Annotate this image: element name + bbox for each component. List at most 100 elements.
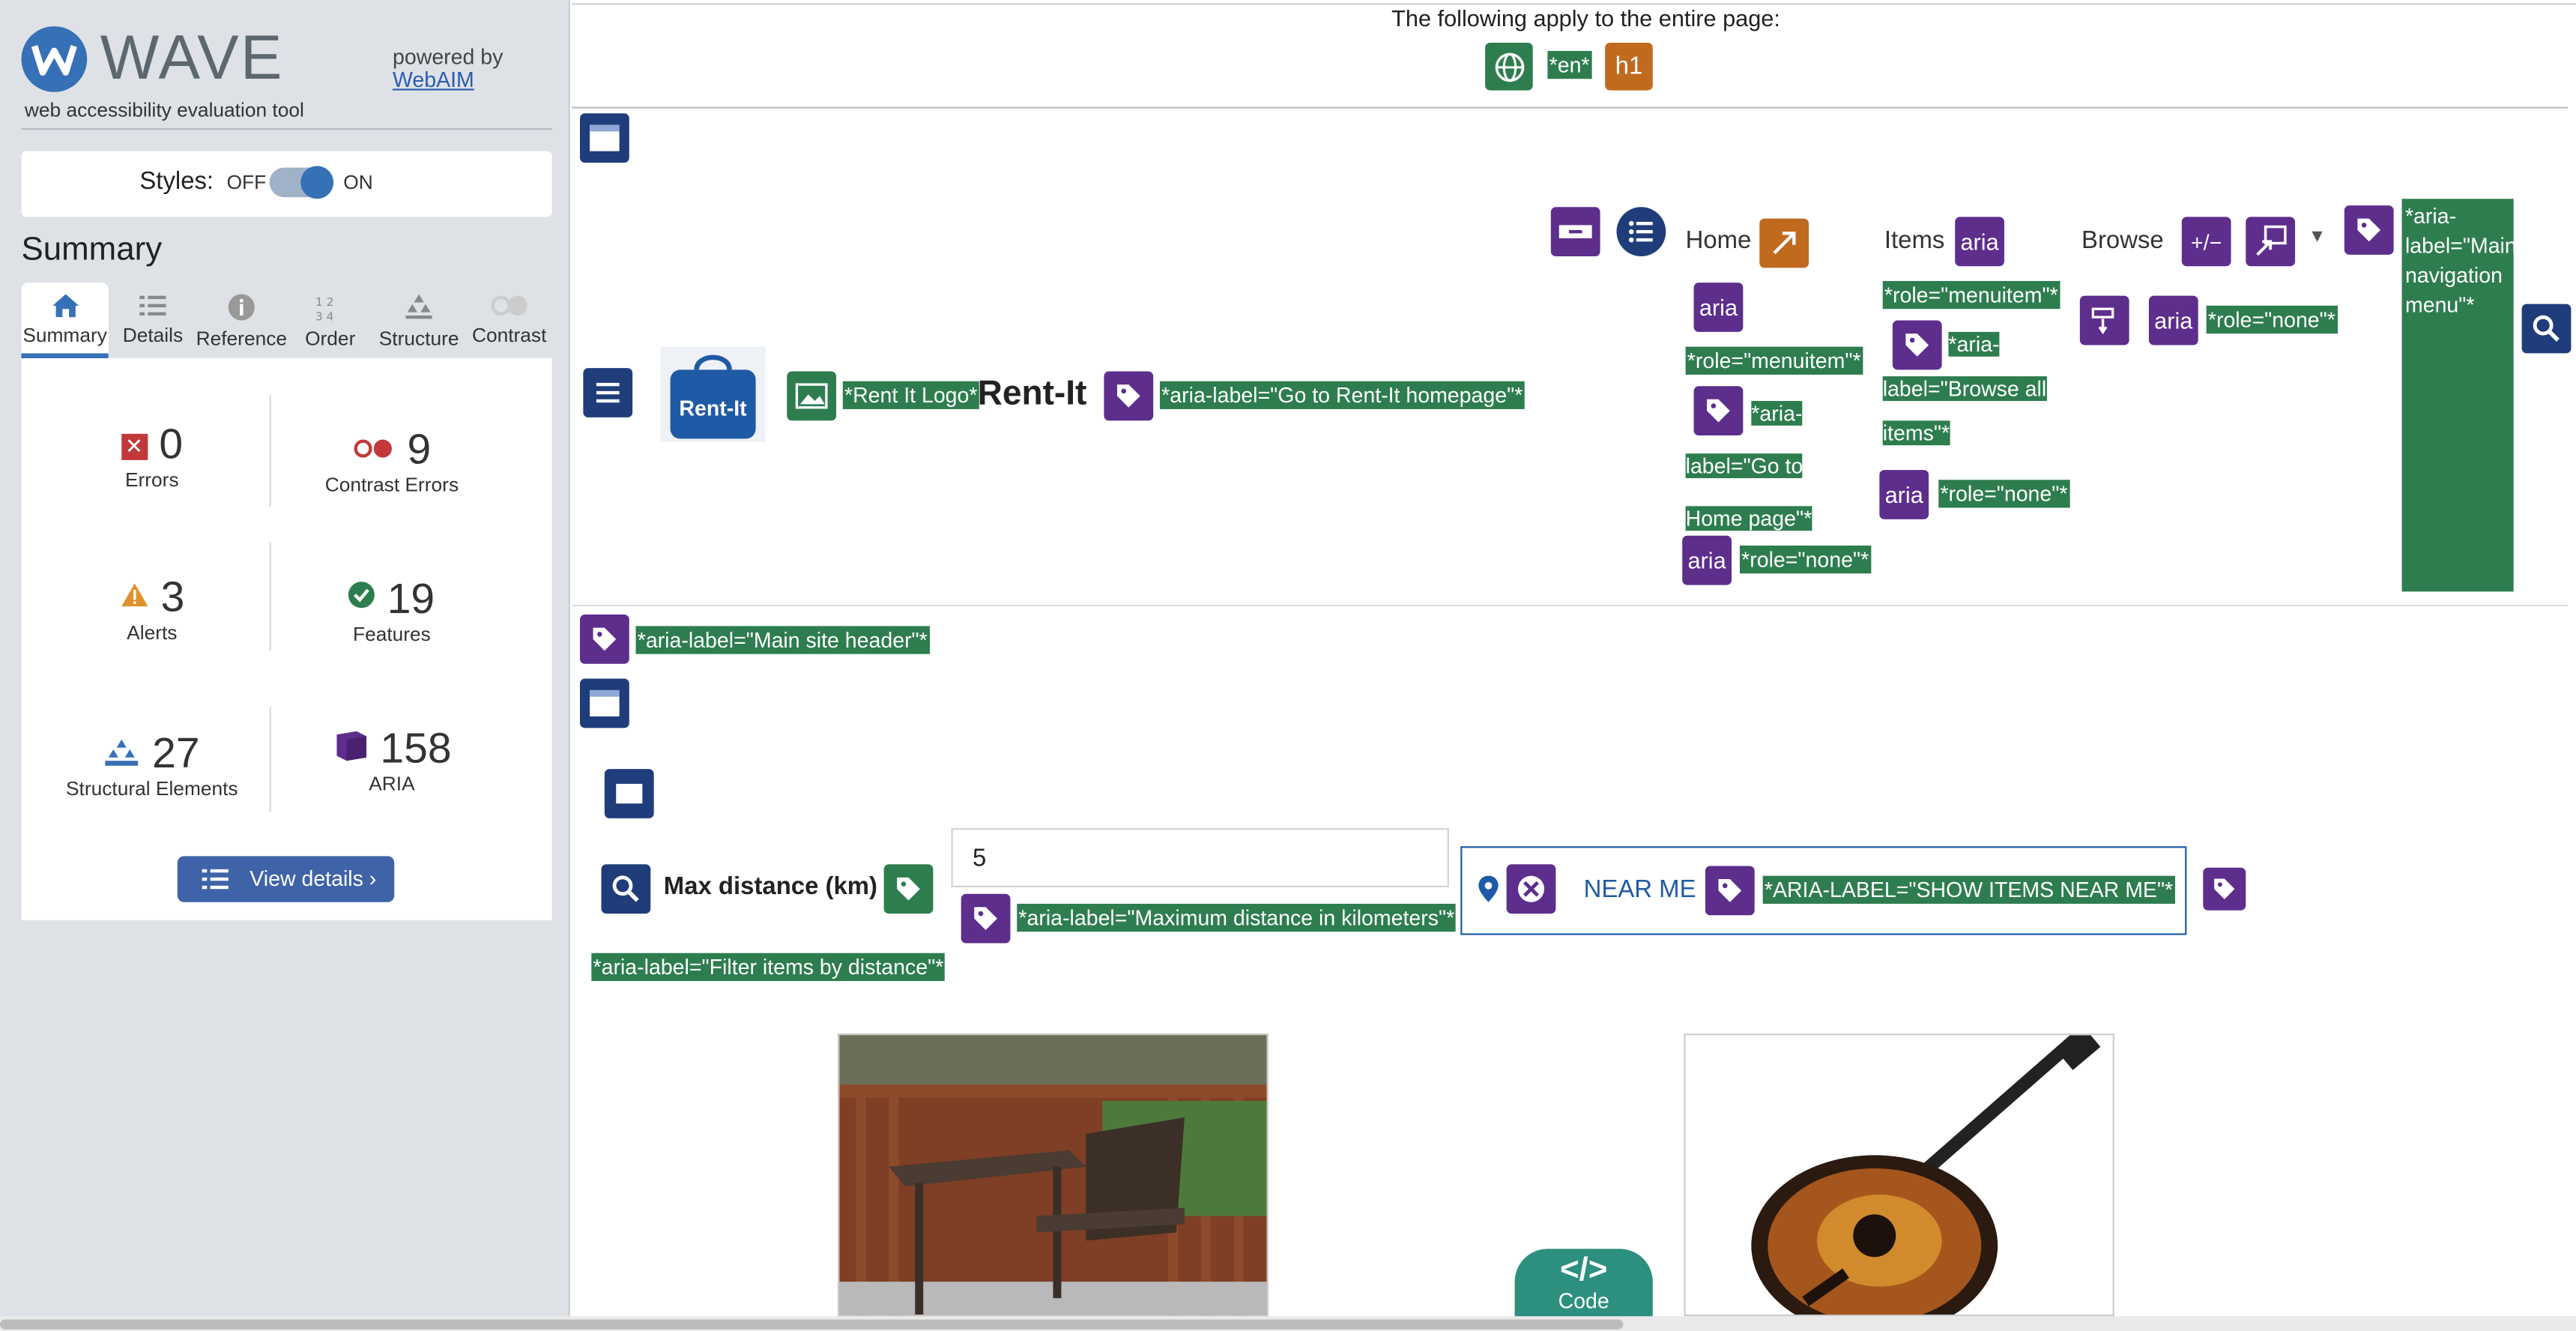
aria-label-tag-icon[interactable] — [2344, 205, 2394, 255]
main-region-icon[interactable] — [579, 678, 629, 728]
powered-by: powered by WebAIM — [393, 44, 504, 92]
divider — [572, 604, 2569, 607]
image-alt-icon[interactable] — [787, 371, 837, 421]
stat-features[interactable]: 19 Features — [264, 569, 519, 646]
tab-label: Contrast — [471, 323, 547, 347]
tab-label: Summary — [22, 323, 107, 347]
product-image-guitar[interactable] — [1684, 1033, 2114, 1317]
structural-count: 27 — [152, 728, 200, 778]
logo-alt-tag: *Rent It Logo* — [842, 381, 979, 409]
aria-text: aria — [1960, 228, 1999, 255]
panel-tabs: Summary Details Reference 1 23 4 Order S… — [21, 283, 552, 358]
styles-toggle[interactable] — [269, 166, 334, 199]
feature-check-icon — [348, 569, 375, 618]
wave-brand: WAVE — [100, 24, 284, 94]
language-globe-icon[interactable] — [1485, 43, 1533, 91]
code-toggle-button[interactable]: </> Code — [1514, 1249, 1653, 1318]
contrast-label: Contrast Errors — [324, 473, 459, 497]
list-icon — [202, 869, 229, 890]
stat-errors[interactable]: ✕ 0 Errors — [25, 419, 279, 492]
logo-text: Rent-It — [679, 396, 747, 421]
tab-label: Structure — [378, 327, 459, 351]
stat-alerts[interactable]: 3 Alerts — [25, 569, 279, 644]
browse-aria-label: *aria-label="Browse all items"* — [1882, 331, 2047, 446]
scrollbar-thumb[interactable] — [0, 1319, 1624, 1330]
max-distance-input[interactable]: 5 — [951, 828, 1449, 888]
styles-on-label: ON — [343, 171, 373, 194]
home-role-menuitem: *role="menuitem"* — [1685, 346, 1863, 375]
aria-haspopup-icon[interactable] — [2079, 295, 2129, 345]
chevron-down-icon[interactable]: ▼ — [2309, 227, 2326, 247]
nav-home-link[interactable]: Home — [1686, 227, 1752, 255]
structure-icon — [405, 294, 432, 319]
aria-role-icon[interactable]: aria — [1879, 470, 1929, 519]
code-glyph-icon: </> — [1559, 1252, 1608, 1288]
divider — [21, 128, 552, 130]
nav-browse-link[interactable]: Browse — [2081, 227, 2164, 255]
aria-text: aria — [1687, 547, 1726, 574]
aria-count: 158 — [380, 722, 452, 773]
svg-text:3 4: 3 4 — [315, 310, 333, 322]
tab-label: Details — [122, 323, 184, 347]
near-me-aria-label: *ARIA-LABEL="SHOW ITEMS NEAR ME"* — [1762, 875, 2175, 904]
powered-by-text: powered by — [393, 44, 504, 70]
features-label: Features — [352, 622, 431, 646]
entire-page-note: The following apply to the entire page: — [1391, 4, 1780, 31]
aria-hidden-icon[interactable] — [1506, 864, 1556, 914]
items-role-none: *role="none"* — [1938, 480, 2069, 508]
search-region-icon[interactable] — [601, 864, 651, 914]
product-image-patio-set[interactable] — [838, 1033, 1269, 1317]
code-label: Code — [1558, 1288, 1609, 1313]
form-label-tag-icon[interactable] — [883, 864, 934, 914]
tab-order[interactable]: 1 23 4 Order — [289, 283, 372, 358]
stat-structural[interactable]: 27 Structural Elements — [25, 728, 279, 800]
aria-popup-icon[interactable] — [2246, 217, 2296, 267]
shopping-bag-icon — [670, 354, 756, 439]
aria-expanded-icon[interactable]: +/− — [2181, 217, 2231, 267]
aria-role-icon[interactable]: aria — [1955, 217, 2004, 267]
header-region-icon[interactable] — [579, 113, 629, 163]
aria-role-icon[interactable]: aria — [2148, 295, 2198, 345]
aria-label-tag-icon[interactable] — [1705, 866, 1755, 916]
aria-cube-icon — [332, 723, 368, 773]
errors-count: 0 — [159, 419, 184, 468]
aria-label-tag-icon[interactable] — [1104, 371, 1154, 421]
aria-label-tag-icon[interactable] — [579, 615, 629, 664]
wave-sidebar: WAVE web accessibility evaluation tool p… — [0, 0, 570, 1331]
tab-contrast[interactable]: Contrast — [467, 283, 552, 358]
browse-role-none: *role="none"* — [2206, 305, 2338, 334]
form-region-icon[interactable] — [604, 769, 654, 818]
errors-label: Errors — [124, 468, 179, 492]
rent-it-logo[interactable]: Rent-It — [660, 346, 766, 442]
wave-tagline: web accessibility evaluation tool — [24, 98, 304, 122]
tab-structure[interactable]: Structure — [373, 283, 465, 358]
brand-link[interactable]: Rent-It — [978, 375, 1087, 414]
features-count: 19 — [387, 573, 435, 623]
tab-summary[interactable]: Summary — [21, 283, 109, 358]
aria-label-tag-icon[interactable] — [2203, 867, 2246, 911]
aria-role-icon[interactable]: aria — [1693, 283, 1744, 332]
webaim-link[interactable]: WebAIM — [393, 68, 503, 92]
redundant-link-alert-icon[interactable] — [1759, 218, 1809, 268]
stat-aria[interactable]: 158 ARIA — [264, 723, 519, 795]
alerts-count: 3 — [160, 572, 185, 621]
view-details-button[interactable]: View details › — [177, 856, 395, 902]
styles-off-label: OFF — [226, 171, 267, 194]
aria-menubar-icon[interactable] — [1550, 207, 1600, 257]
nav-list-icon[interactable] — [1616, 207, 1666, 257]
max-distance-label: Max distance (km) — [663, 872, 877, 901]
tab-reference[interactable]: Reference — [196, 283, 288, 358]
stat-contrast-errors[interactable]: 9 Contrast Errors — [264, 419, 519, 496]
nav-items-link[interactable]: Items — [1884, 227, 1944, 255]
h1-alert-icon[interactable]: h1 — [1605, 43, 1653, 91]
aria-label-tag-icon[interactable] — [961, 893, 1011, 944]
list-region-icon[interactable] — [583, 368, 633, 417]
tab-details[interactable]: Details — [112, 283, 194, 358]
items-role-menuitem: *role="menuitem"* — [1882, 280, 2060, 310]
home-role-none: *role="none"* — [1739, 545, 1871, 574]
horizontal-scrollbar[interactable] — [0, 1316, 2576, 1331]
styles-label: Styles: — [139, 167, 214, 196]
aria-role-icon[interactable]: aria — [1682, 535, 1732, 585]
search-icon[interactable] — [2521, 304, 2572, 354]
svg-text:1 2: 1 2 — [315, 295, 333, 309]
